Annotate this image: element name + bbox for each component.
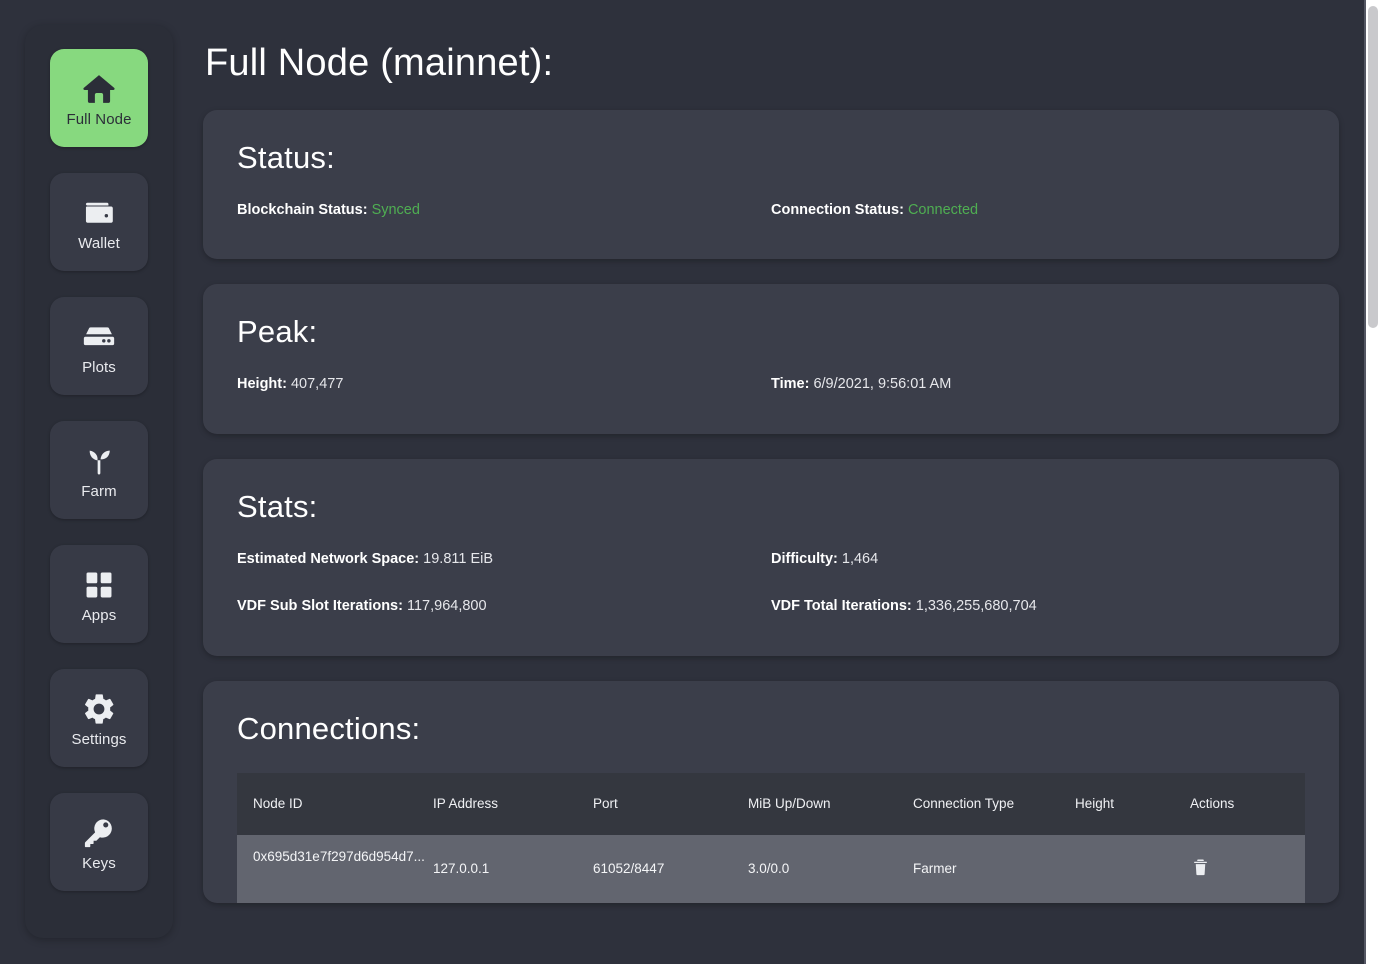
cell-node-id: 0x695d31e7f297d6d954d7... (253, 848, 425, 864)
sidebar-item-farm[interactable]: Farm (50, 421, 148, 519)
table-header-row: Node ID IP Address Port MiB Up/Down Conn… (237, 772, 1305, 835)
peak-card: Peak: Height: 407,477 Time: 6/9/2021, 9:… (203, 284, 1339, 434)
sidebar-item-label: Wallet (78, 234, 120, 252)
peak-height-label: Height: (237, 376, 287, 393)
status-card: Status: Blockchain Status: Synced Connec… (203, 110, 1339, 260)
sprout-icon (80, 442, 118, 480)
trash-icon (1190, 857, 1211, 881)
page-scrollbar-thumb[interactable] (1368, 6, 1378, 328)
cell-height (1075, 835, 1190, 903)
column-header-height[interactable]: Height (1075, 773, 1190, 835)
peak-grid: Height: 407,477 Time: 6/9/2021, 9:56:01 … (237, 376, 1305, 393)
gear-icon (80, 690, 118, 728)
sidebar-item-apps[interactable]: Apps (50, 545, 148, 643)
page-title: Full Node (mainnet): (205, 42, 554, 84)
plots-icon (80, 318, 118, 356)
cell-mib-up-down: 3.0/0.0 (748, 861, 790, 877)
vdf-total-value: 1,336,255,680,704 (915, 598, 1037, 615)
network-space-row: Estimated Network Space: 19.811 EiB (237, 551, 771, 568)
sidebar-item-label: Plots (82, 358, 116, 376)
table-row[interactable]: 0x695d31e7f297d6d954d7... 127.0.0.1 6105… (237, 834, 1305, 903)
sidebar-item-label: Full Node (66, 110, 132, 128)
key-icon (80, 814, 118, 852)
column-header-port[interactable]: Port (593, 773, 748, 835)
column-header-actions: Actions (1190, 796, 1235, 812)
sidebar-item-label: Farm (81, 482, 117, 500)
sidebar-item-settings[interactable]: Settings (50, 669, 148, 767)
cell-actions (1190, 835, 1305, 903)
vdf-sub-slot-label: VDF Sub Slot Iterations: (237, 598, 403, 615)
vdf-sub-slot-row: VDF Sub Slot Iterations: 117,964,800 (237, 598, 771, 615)
stats-grid: Estimated Network Space: 19.811 EiB Diff… (237, 551, 1305, 616)
vdf-sub-slot-value: 117,964,800 (406, 598, 487, 615)
cell-port: 61052/8447 (593, 861, 665, 877)
connection-status-value: Connected (907, 202, 979, 218)
peak-time-label: Time: (771, 376, 810, 393)
sidebar-item-plots[interactable]: Plots (50, 297, 148, 395)
connections-table-body: 0x695d31e7f297d6d954d7... 127.0.0.1 6105… (237, 834, 1305, 903)
sidebar-item-full-node[interactable]: Full Node (50, 49, 148, 147)
peak-time-value: 6/9/2021, 9:56:01 AM (813, 376, 952, 393)
sidebar-item-label: Apps (81, 606, 117, 624)
home-icon (80, 70, 118, 108)
sidebar-item-wallet[interactable]: Wallet (50, 173, 148, 271)
column-header-connection-type[interactable]: Connection Type (913, 773, 1075, 835)
delete-connection-button[interactable] (1190, 857, 1211, 881)
blockchain-status-value: Synced (371, 202, 420, 218)
column-header-ip-address[interactable]: IP Address (433, 773, 593, 835)
network-space-label: Estimated Network Space: (237, 550, 420, 567)
page-scrollbar-track[interactable] (1366, 0, 1380, 964)
column-header-node-id[interactable]: Node ID (237, 773, 433, 835)
sidebar-item-label: Keys (82, 854, 116, 872)
blockchain-status-row: Blockchain Status: Synced (237, 202, 771, 219)
app-window: Full Node Wallet Plots Farm Apps Setting… (0, 0, 1366, 964)
stats-card-title: Stats: (237, 488, 318, 524)
peak-height-row: Height: 407,477 (237, 376, 771, 393)
peak-card-title: Peak: (237, 314, 318, 350)
connections-table: Node ID IP Address Port MiB Up/Down Conn… (237, 772, 1305, 903)
sidebar-item-label: Settings (71, 730, 127, 748)
blockchain-status-label: Blockchain Status: (237, 202, 368, 218)
connection-status-row: Connection Status: Connected (771, 202, 1305, 219)
connections-card: Connections: Node ID IP Address Port MiB… (203, 680, 1339, 903)
difficulty-row: Difficulty: 1,464 (771, 551, 1305, 568)
connection-status-label: Connection Status: (771, 202, 904, 218)
peak-height-value: 407,477 (290, 376, 344, 393)
cell-ip-address: 127.0.0.1 (433, 861, 490, 877)
difficulty-label: Difficulty: (771, 550, 838, 567)
connections-table-head: Node ID IP Address Port MiB Up/Down Conn… (237, 772, 1305, 835)
grid-icon (80, 566, 118, 604)
cell-connection-type: Farmer (913, 861, 957, 877)
stats-card: Stats: Estimated Network Space: 19.811 E… (203, 458, 1339, 656)
status-grid: Blockchain Status: Synced Connection Sta… (237, 202, 1305, 219)
column-header-mib-up-down[interactable]: MiB Up/Down (748, 773, 913, 835)
sidebar: Full Node Wallet Plots Farm Apps Setting… (25, 25, 173, 938)
connections-card-title: Connections: (237, 710, 421, 746)
peak-time-row: Time: 6/9/2021, 9:56:01 AM (771, 376, 1305, 393)
vdf-total-row: VDF Total Iterations: 1,336,255,680,704 (771, 598, 1305, 615)
main-content: Full Node (mainnet): Status: Blockchain … (173, 0, 1366, 964)
status-card-title: Status: (237, 140, 335, 175)
difficulty-value: 1,464 (841, 550, 879, 567)
network-space-value: 19.811 EiB (423, 550, 494, 567)
wallet-icon (80, 194, 118, 232)
sidebar-item-keys[interactable]: Keys (50, 793, 148, 891)
vdf-total-label: VDF Total Iterations: (771, 598, 912, 615)
